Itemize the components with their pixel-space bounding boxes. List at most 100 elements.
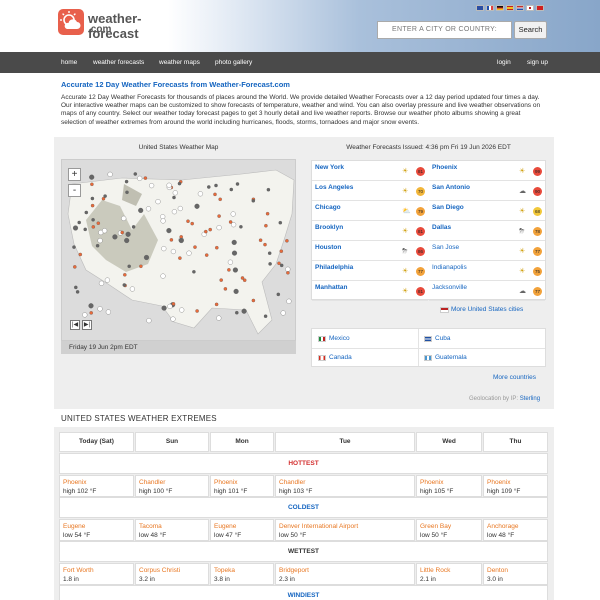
extremes-city-link[interactable]: Denton <box>487 567 508 574</box>
map-weather-marker[interactable] <box>178 237 184 244</box>
map-weather-marker[interactable] <box>178 256 182 260</box>
nav-weather-forecasts[interactable]: weather forecasts <box>93 52 144 73</box>
map-weather-marker[interactable] <box>229 187 234 192</box>
map-weather-marker[interactable] <box>195 309 199 313</box>
map-weather-marker[interactable] <box>91 218 95 222</box>
map-weather-marker[interactable] <box>77 220 81 225</box>
extremes-city-link[interactable]: Phoenix <box>214 479 238 486</box>
map-weather-marker[interactable] <box>160 214 166 220</box>
map-weather-marker[interactable] <box>230 211 236 217</box>
map-weather-marker[interactable] <box>90 203 95 208</box>
city-forecast-cell[interactable]: New York ☀ 81 <box>312 161 428 181</box>
country-link-canada[interactable]: Canada <box>329 354 352 361</box>
extremes-city-link[interactable]: Phoenix <box>63 479 87 486</box>
extremes-city-cell[interactable]: Anchorage low 48 °F <box>483 519 548 541</box>
map-weather-marker[interactable] <box>263 242 267 247</box>
map-weather-marker[interactable] <box>231 250 238 256</box>
extremes-city-cell[interactable]: Eugene low 54 °F <box>59 519 134 541</box>
map-weather-marker[interactable] <box>286 298 292 304</box>
map-weather-marker[interactable] <box>146 318 152 324</box>
map-weather-marker[interactable] <box>223 287 228 291</box>
city-forecast-cell[interactable]: Jacksonville ☁ 77 <box>429 281 545 301</box>
extremes-city-link[interactable]: Denver International Airport <box>279 523 358 530</box>
country-link-cuba[interactable]: Cuba <box>435 335 451 342</box>
city-forecast-link[interactable]: San Antonio <box>432 184 470 191</box>
city-forecast-cell[interactable]: Chicago ⛅ 79 <box>312 201 428 221</box>
map-weather-marker[interactable] <box>217 214 221 218</box>
flag-french-icon[interactable] <box>486 5 494 11</box>
extremes-city-link[interactable]: Eugene <box>214 523 236 530</box>
map-weather-marker[interactable] <box>143 176 148 180</box>
map-weather-marker[interactable] <box>160 273 166 279</box>
extremes-city-link[interactable]: Tacoma <box>139 523 162 530</box>
zoom-out-button[interactable]: - <box>68 184 81 197</box>
map-weather-marker[interactable] <box>279 263 284 268</box>
map-weather-marker[interactable] <box>167 303 173 309</box>
map-weather-marker[interactable] <box>204 229 208 234</box>
map-weather-marker[interactable] <box>124 237 130 244</box>
map-weather-marker[interactable] <box>72 225 79 231</box>
map-weather-marker[interactable] <box>89 311 93 315</box>
extremes-city-link[interactable]: Phoenix <box>420 479 444 486</box>
map-weather-marker[interactable] <box>251 199 256 203</box>
city-forecast-cell[interactable]: Manhattan ☀ 81 <box>312 281 428 301</box>
map-weather-marker[interactable] <box>145 206 152 212</box>
map-weather-marker[interactable] <box>155 199 161 205</box>
extremes-city-cell[interactable]: Fort Worth 1.8 in <box>59 563 134 585</box>
city-forecast-cell[interactable]: Philadelphia ☀ 77 <box>312 261 428 281</box>
map-weather-marker[interactable] <box>102 228 108 234</box>
city-forecast-cell[interactable]: San Diego ☀ 68 <box>429 201 545 221</box>
extremes-city-cell[interactable]: Phoenix high 109 °F <box>483 475 548 497</box>
extremes-city-cell[interactable]: Denver International Airport low 50 °F <box>275 519 415 541</box>
extremes-city-link[interactable]: Little Rock <box>420 567 450 574</box>
map-weather-marker[interactable] <box>193 245 197 249</box>
map-weather-marker[interactable] <box>207 185 211 189</box>
map-prev-button[interactable]: |◀ <box>70 320 80 330</box>
extremes-city-cell[interactable]: Chandler high 103 °F <box>275 475 415 497</box>
map-weather-marker[interactable] <box>90 182 94 187</box>
map-weather-marker[interactable] <box>197 191 203 197</box>
map-weather-marker[interactable] <box>74 285 78 290</box>
map-weather-marker[interactable] <box>75 290 80 294</box>
city-forecast-cell[interactable]: Indianapolis ☀ 75 <box>429 261 545 281</box>
map-weather-marker[interactable] <box>133 172 138 176</box>
nav-weather-maps[interactable]: weather maps <box>159 52 200 73</box>
flag-chinese-icon[interactable] <box>536 5 544 11</box>
map-weather-marker[interactable] <box>186 219 190 223</box>
extremes-city-link[interactable]: Bridgeport <box>279 567 309 574</box>
nav-home[interactable]: home <box>61 52 77 73</box>
search-input[interactable]: ENTER A CITY OR COUNTRY: <box>377 21 512 39</box>
geolocation-city-link[interactable]: Sterling <box>520 396 540 402</box>
city-forecast-link[interactable]: San Jose <box>432 244 459 251</box>
city-forecast-link[interactable]: Jacksonville <box>432 284 467 291</box>
map-weather-marker[interactable] <box>170 248 176 255</box>
city-forecast-link[interactable]: Indianapolis <box>432 264 467 271</box>
map-weather-marker[interactable] <box>170 316 176 322</box>
map-weather-marker[interactable] <box>161 305 167 311</box>
map-weather-marker[interactable] <box>280 310 286 316</box>
map-weather-marker[interactable] <box>112 234 118 240</box>
more-us-cities-link[interactable]: More United States cities <box>451 306 523 313</box>
map-weather-marker[interactable] <box>214 302 219 307</box>
map-weather-marker[interactable] <box>104 277 110 283</box>
map-weather-marker[interactable] <box>285 239 289 243</box>
map-weather-marker[interactable] <box>103 194 107 198</box>
extremes-city-link[interactable]: Corpus Christi <box>139 567 180 574</box>
map-weather-marker[interactable] <box>97 306 103 312</box>
map-weather-marker[interactable] <box>83 227 87 232</box>
city-forecast-link[interactable]: Manhattan <box>315 284 348 291</box>
extremes-city-cell[interactable]: Phoenix high 105 °F <box>416 475 482 497</box>
map-weather-marker[interactable] <box>172 195 176 200</box>
city-forecast-link[interactable]: Los Angeles <box>315 184 353 191</box>
city-forecast-cell[interactable]: Dallas ⛈ 78 <box>429 221 545 241</box>
map-weather-marker[interactable] <box>129 286 135 292</box>
map-weather-marker[interactable] <box>131 225 136 229</box>
map-weather-marker[interactable] <box>227 259 233 265</box>
map-weather-marker[interactable] <box>149 183 155 189</box>
map-weather-marker[interactable] <box>160 218 166 224</box>
map-weather-marker[interactable] <box>121 215 127 221</box>
extremes-city-cell[interactable]: Chandler high 100 °F <box>135 475 209 497</box>
extremes-city-link[interactable]: Chandler <box>279 479 305 486</box>
map-weather-marker[interactable] <box>138 207 144 213</box>
map-weather-marker[interactable] <box>177 181 182 186</box>
